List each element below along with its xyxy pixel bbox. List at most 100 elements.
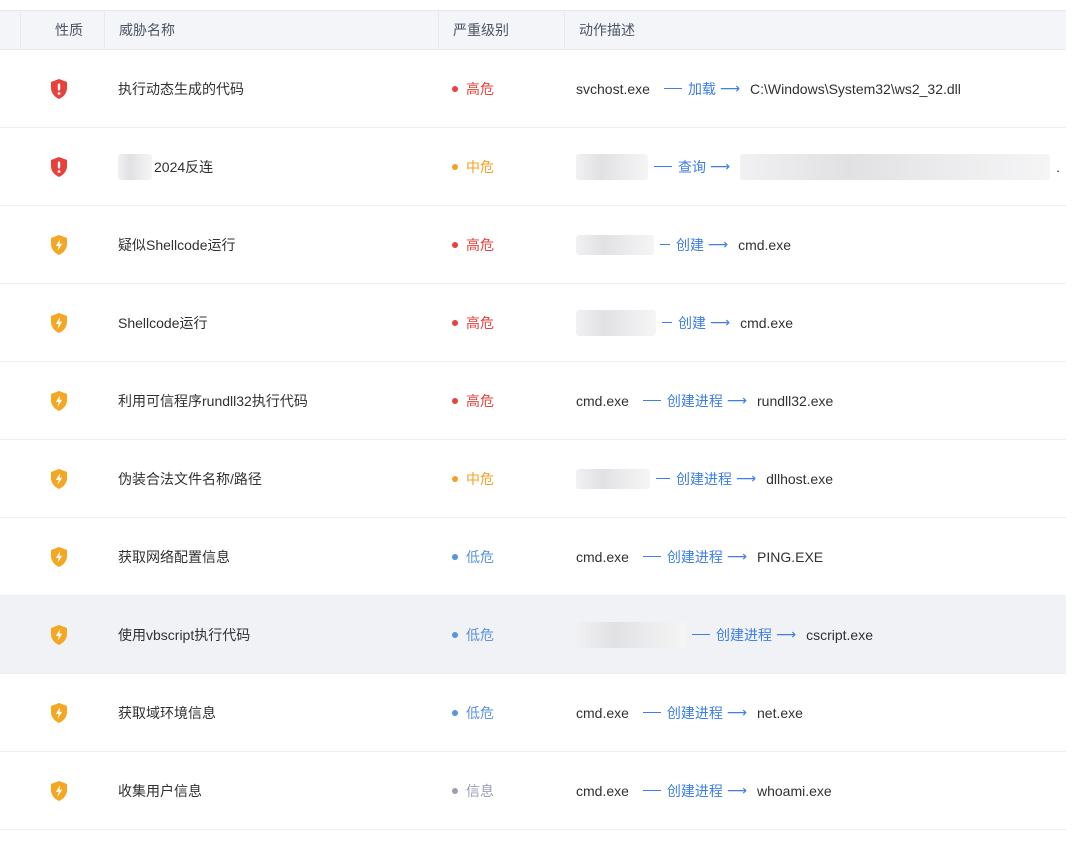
nature-cell: [0, 440, 104, 517]
severity-dot: [452, 787, 458, 794]
action-cell: cmd.exe 创建进程 ⟶ rundll32.exe: [564, 362, 1066, 439]
action-verb[interactable]: 创建: [678, 313, 706, 333]
arrow-right-icon: ⟶: [710, 158, 731, 174]
nature-cell: [0, 50, 104, 127]
redacted-block: [576, 468, 650, 489]
action-verb[interactable]: 查询: [678, 157, 706, 177]
action-target: C:\Windows\System32\ws2_32.dll: [750, 80, 961, 97]
action-verb[interactable]: 加载: [688, 79, 716, 99]
action-verb[interactable]: 创建进程: [667, 781, 723, 801]
severity-dot: [452, 85, 458, 92]
severity-label: 高危: [466, 236, 494, 253]
severity-cell: 低危: [438, 518, 564, 595]
severity-cell: 高危: [438, 284, 564, 361]
action-source: cmd.exe: [576, 782, 629, 799]
threat-name[interactable]: Shellcode运行: [104, 284, 438, 361]
nature-cell: [0, 518, 104, 595]
action-cell: 创建进程 ⟶ cscript.exe: [564, 596, 1066, 673]
action-verb[interactable]: 创建进程: [716, 625, 772, 645]
action-target: net.exe: [757, 704, 803, 721]
arrow-right-icon: ⟶: [708, 236, 729, 252]
redacted-block: [118, 153, 152, 180]
severity-dot: [452, 397, 458, 404]
severity-cell: 高危: [438, 50, 564, 127]
severity-label: 中危: [466, 158, 494, 175]
severity-dot: [452, 631, 458, 638]
table-row[interactable]: 利用可信程序rundll32执行代码 高危 cmd.exe 创建进程 ⟶ run…: [0, 362, 1066, 440]
severity-label: 低危: [466, 704, 494, 721]
severity-cell: 高危: [438, 362, 564, 439]
arrow-right-icon: ⟶: [710, 314, 731, 330]
table-row[interactable]: 获取域环境信息 低危 cmd.exe 创建进程 ⟶ net.exe: [0, 674, 1066, 752]
severity-cell: 中危: [438, 440, 564, 517]
header-threat-name[interactable]: 威胁名称: [104, 11, 438, 49]
action-target: cmd.exe: [738, 236, 791, 253]
threat-name[interactable]: 2024反连: [154, 157, 213, 177]
table-row[interactable]: 执行动态生成的代码 高危 svchost.exe 加载 ⟶ C:\Windows…: [0, 50, 1066, 128]
threat-name[interactable]: 使用vbscript执行代码: [104, 596, 438, 673]
threat-name[interactable]: 利用可信程序rundll32执行代码: [104, 362, 438, 439]
table-header: 性质 威胁名称 严重级别 动作描述: [0, 11, 1066, 50]
shield-alert-icon: [51, 156, 67, 177]
severity-cell: 低危: [438, 674, 564, 751]
nature-cell: [0, 206, 104, 283]
severity-dot: [452, 475, 458, 482]
nature-cell: [0, 128, 104, 205]
action-verb[interactable]: 创建: [676, 235, 704, 255]
shield-bolt-icon: [51, 390, 67, 411]
shield-bolt-icon: [51, 312, 67, 333]
shield-bolt-icon: [51, 780, 67, 801]
header-severity[interactable]: 严重级别: [438, 11, 564, 49]
redacted-block: [740, 153, 1051, 180]
table-row[interactable]: 疑似Shellcode运行 高危 创建 ⟶ cmd.exe: [0, 206, 1066, 284]
arrow-right-icon: ⟶: [776, 626, 797, 642]
redacted-block: [576, 234, 654, 255]
severity-cell: 高危: [438, 206, 564, 283]
redacted-block: [576, 309, 656, 336]
threat-name[interactable]: 疑似Shellcode运行: [104, 206, 438, 283]
severity-label: 信息: [466, 782, 494, 799]
header-nature[interactable]: 性质: [20, 11, 104, 49]
action-cell: 创建进程 ⟶ dllhost.exe: [564, 440, 1066, 517]
threat-name[interactable]: 伪装合法文件名称/路径: [104, 440, 438, 517]
threat-name[interactable]: 收集用户信息: [104, 752, 438, 829]
action-cell: cmd.exe 创建进程 ⟶ PING.EXE: [564, 518, 1066, 595]
severity-label: 高危: [466, 80, 494, 97]
severity-label: 低危: [466, 626, 494, 643]
arrow-right-icon: ⟶: [726, 548, 747, 564]
table-row[interactable]: Shellcode运行 高危 创建 ⟶ cmd.exe: [0, 284, 1066, 362]
action-cell: 查询 ⟶ .: [564, 128, 1066, 205]
threat-table: 性质 威胁名称 严重级别 动作描述 执行动态生成的代码 高危 svchost.e…: [0, 10, 1066, 830]
action-verb[interactable]: 创建进程: [676, 469, 732, 489]
action-verb[interactable]: 创建进程: [667, 391, 723, 411]
shield-bolt-icon: [51, 624, 67, 645]
nature-cell: [0, 362, 104, 439]
redacted-block: [576, 153, 648, 180]
header-action[interactable]: 动作描述: [564, 11, 1066, 49]
table-row[interactable]: 获取网络配置信息 低危 cmd.exe 创建进程 ⟶ PING.EXE: [0, 518, 1066, 596]
table-row[interactable]: 伪装合法文件名称/路径 中危 创建进程 ⟶ dllhost.exe: [0, 440, 1066, 518]
nature-cell: [0, 284, 104, 361]
action-verb[interactable]: 创建进程: [667, 547, 723, 567]
action-cell: svchost.exe 加载 ⟶ C:\Windows\System32\ws2…: [564, 50, 1066, 127]
severity-dot: [452, 319, 458, 326]
action-verb[interactable]: 创建进程: [667, 703, 723, 723]
threat-name[interactable]: 获取域环境信息: [104, 674, 438, 751]
severity-cell: 低危: [438, 596, 564, 673]
severity-cell: 信息: [438, 752, 564, 829]
action-source: cmd.exe: [576, 548, 629, 565]
severity-label: 中危: [466, 470, 494, 487]
action-cell: cmd.exe 创建进程 ⟶ whoami.exe: [564, 752, 1066, 829]
nature-cell: [0, 596, 104, 673]
shield-alert-icon: [51, 78, 67, 99]
table-row[interactable]: 2024反连 中危 查询 ⟶ .: [0, 128, 1066, 206]
threat-name[interactable]: 获取网络配置信息: [104, 518, 438, 595]
shield-bolt-icon: [51, 468, 67, 489]
action-cell: 创建 ⟶ cmd.exe: [564, 284, 1066, 361]
table-row[interactable]: 收集用户信息 信息 cmd.exe 创建进程 ⟶ whoami.exe: [0, 752, 1066, 830]
action-target: PING.EXE: [757, 548, 824, 565]
table-row[interactable]: 使用vbscript执行代码 低危 创建进程 ⟶ cscript.exe: [0, 596, 1066, 674]
action-cell: cmd.exe 创建进程 ⟶ net.exe: [564, 674, 1066, 751]
arrow-right-icon: ⟶: [736, 470, 757, 486]
threat-name[interactable]: 执行动态生成的代码: [104, 50, 438, 127]
